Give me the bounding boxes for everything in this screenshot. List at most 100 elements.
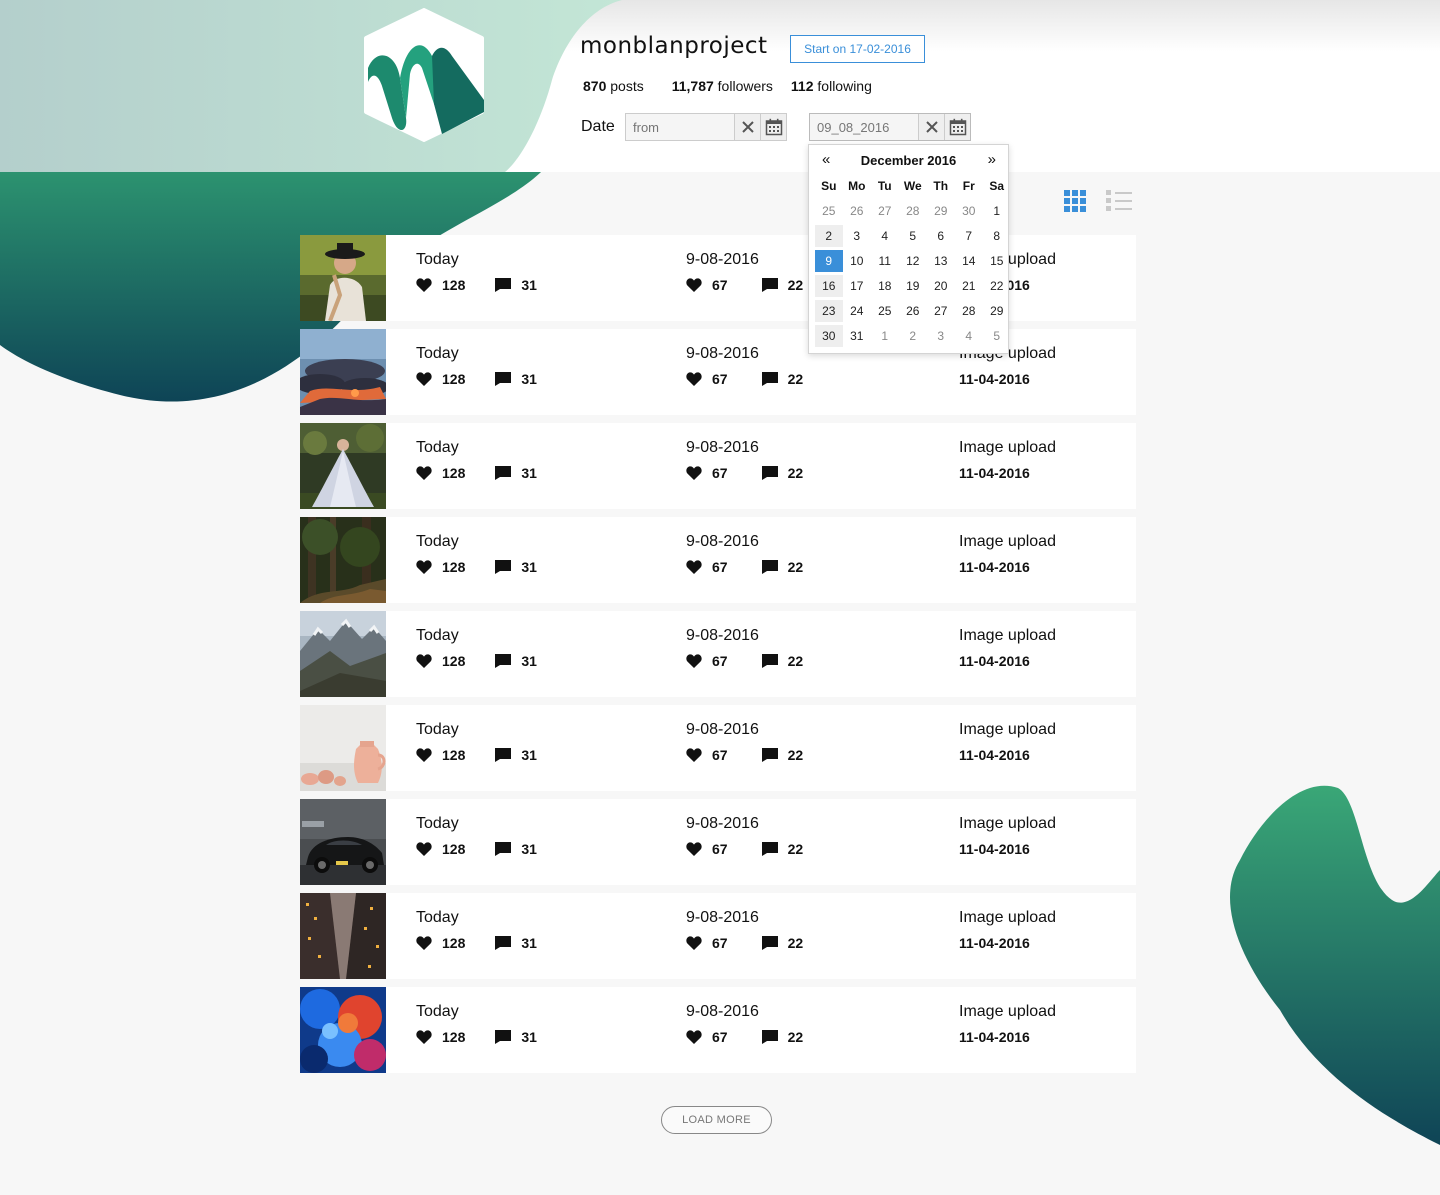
likes-count: 128 — [442, 841, 466, 857]
stat-followers[interactable]: 11,787 followers — [672, 78, 773, 94]
datepicker-day[interactable]: 4 — [871, 225, 899, 247]
datepicker-day[interactable]: 27 — [871, 200, 899, 222]
post-meta: 128 31 — [416, 465, 537, 481]
upload-title: Image upload — [959, 627, 1056, 644]
comment-icon — [495, 936, 512, 950]
likes-count: 128 — [442, 1029, 466, 1045]
post-today-stats: Today 128 31 — [416, 721, 537, 763]
comments-count: 22 — [787, 653, 804, 669]
datepicker-day[interactable]: 28 — [899, 200, 927, 222]
datepicker-day[interactable]: 20 — [927, 275, 955, 297]
date-from-input[interactable] — [626, 114, 734, 140]
post-date-title: 9-08-2016 — [686, 815, 759, 832]
stat-following[interactable]: 112 following — [791, 78, 872, 94]
post-row[interactable]: Today 128 31 9-08-2016 67 22 Image upload 11-04… — [300, 799, 1136, 885]
post-meta: 67 22 — [686, 371, 803, 387]
datepicker-day[interactable]: 23 — [815, 300, 843, 322]
datepicker-day[interactable]: 6 — [927, 225, 955, 247]
post-upload-info: Image upload 11-04-2016 — [959, 721, 1056, 763]
start-date-badge[interactable]: Start on 17-02-2016 — [790, 35, 925, 63]
datepicker-day[interactable]: 4 — [955, 325, 983, 347]
datepicker-day[interactable]: 14 — [955, 250, 983, 272]
post-row[interactable]: Today 128 31 9-08-2016 67 22 Image upload 11-04… — [300, 893, 1136, 979]
post-thumbnail[interactable] — [300, 517, 386, 603]
datepicker-day[interactable]: 25 — [815, 200, 843, 222]
next-month-button[interactable]: » — [988, 151, 996, 168]
post-date-stats: 9-08-2016 67 22 — [686, 345, 803, 387]
datepicker-day[interactable]: 10 — [843, 250, 871, 272]
list-view-icon[interactable] — [1106, 190, 1132, 212]
datepicker-popup: « December 2016 » Su Mo Tu We Th Fr Sa 25 26 27 28… — [808, 144, 1009, 354]
datepicker-day[interactable]: 29 — [983, 300, 1011, 322]
datepicker-day[interactable]: 26 — [843, 200, 871, 222]
comments-count: 31 — [521, 841, 537, 857]
post-row[interactable]: Today 128 31 9-08-2016 67 22 Image upload 11-04… — [300, 517, 1136, 603]
datepicker-day[interactable]: 2 — [899, 325, 927, 347]
datepicker-day[interactable]: 13 — [927, 250, 955, 272]
clear-icon[interactable] — [918, 114, 944, 140]
datepicker-day[interactable]: 28 — [955, 300, 983, 322]
post-thumbnail[interactable] — [300, 893, 386, 979]
datepicker-day[interactable]: 24 — [843, 300, 871, 322]
datepicker-day[interactable]: 31 — [843, 325, 871, 347]
datepicker-day[interactable]: 3 — [843, 225, 871, 247]
datepicker-day[interactable]: 17 — [843, 275, 871, 297]
post-row[interactable]: Today 128 31 9-08-2016 67 22 Image upload 11-04… — [300, 611, 1136, 697]
heart-icon — [686, 654, 702, 668]
datepicker-day[interactable]: 30 — [815, 325, 843, 347]
post-date-stats: 9-08-2016 67 22 — [686, 533, 803, 575]
datepicker-week: 23 24 25 26 27 28 29 — [815, 300, 1011, 325]
datepicker-day[interactable]: 12 — [899, 250, 927, 272]
stat-followers-value: 11,787 — [671, 78, 714, 94]
datepicker-day[interactable]: 18 — [871, 275, 899, 297]
date-to-input[interactable] — [810, 114, 918, 140]
post-list: Today128319-08-20166722Image upload11-04… — [300, 235, 1136, 1081]
date-filter-label: Date — [581, 118, 615, 135]
datepicker-day[interactable]: 3 — [927, 325, 955, 347]
post-thumbnail[interactable] — [300, 235, 386, 321]
datepicker-day[interactable]: 16 — [815, 275, 843, 297]
datepicker-day[interactable]: 8 — [983, 225, 1011, 247]
post-thumbnail[interactable] — [300, 329, 386, 415]
datepicker-day[interactable]: 11 — [871, 250, 899, 272]
heart-icon — [416, 1030, 432, 1044]
post-date-stats: 9-08-2016 67 22 — [686, 815, 803, 857]
post-today-stats: Today 128 31 — [416, 439, 537, 481]
grid-view-icon[interactable] — [1064, 190, 1086, 212]
datepicker-day[interactable]: 1 — [871, 325, 899, 347]
post-row[interactable]: Today 128 31 9-08-2016 67 22 Image upload 11-04… — [300, 987, 1136, 1073]
datepicker-day[interactable]: 26 — [899, 300, 927, 322]
datepicker-day[interactable]: 22 — [983, 275, 1011, 297]
datepicker-day[interactable]: 27 — [927, 300, 955, 322]
post-thumbnail[interactable] — [300, 799, 386, 885]
datepicker-day[interactable]: 30 — [955, 200, 983, 222]
post-thumbnail[interactable] — [300, 705, 386, 791]
post-thumbnail[interactable] — [300, 987, 386, 1073]
comment-icon — [761, 936, 778, 950]
clear-icon[interactable] — [734, 114, 760, 140]
load-more-button[interactable]: LOAD MORE — [661, 1106, 772, 1134]
datepicker-day[interactable]: 29 — [927, 200, 955, 222]
comment-icon — [495, 842, 512, 856]
post-row[interactable]: Today 128 31 9-08-2016 67 22 Image upload 11-04… — [300, 423, 1136, 509]
comments-count: 22 — [787, 841, 804, 857]
datepicker-day[interactable]: 15 — [983, 250, 1011, 272]
calendar-icon[interactable] — [760, 114, 786, 140]
datepicker-day[interactable]: 25 — [871, 300, 899, 322]
post-thumbnail[interactable] — [300, 423, 386, 509]
datepicker-day[interactable]: 21 — [955, 275, 983, 297]
datepicker-day[interactable]: 9 — [815, 250, 843, 272]
post-row[interactable]: Today 128 31 9-08-2016 67 22 Image upload 11-04… — [300, 705, 1136, 791]
upload-date: 11-04-2016 — [959, 935, 1030, 951]
datepicker-day[interactable]: 1 — [983, 200, 1011, 222]
datepicker-day[interactable]: 5 — [899, 225, 927, 247]
post-thumbnail[interactable] — [300, 611, 386, 697]
stat-posts: 870 posts — [583, 78, 644, 94]
datepicker-day[interactable]: 2 — [815, 225, 843, 247]
datepicker-day[interactable]: 5 — [983, 325, 1011, 347]
datepicker-day[interactable]: 7 — [955, 225, 983, 247]
datepicker-day[interactable]: 19 — [899, 275, 927, 297]
calendar-icon[interactable] — [944, 114, 970, 140]
date-to-field — [809, 113, 971, 141]
datepicker-title[interactable]: December 2016 — [809, 153, 1008, 168]
